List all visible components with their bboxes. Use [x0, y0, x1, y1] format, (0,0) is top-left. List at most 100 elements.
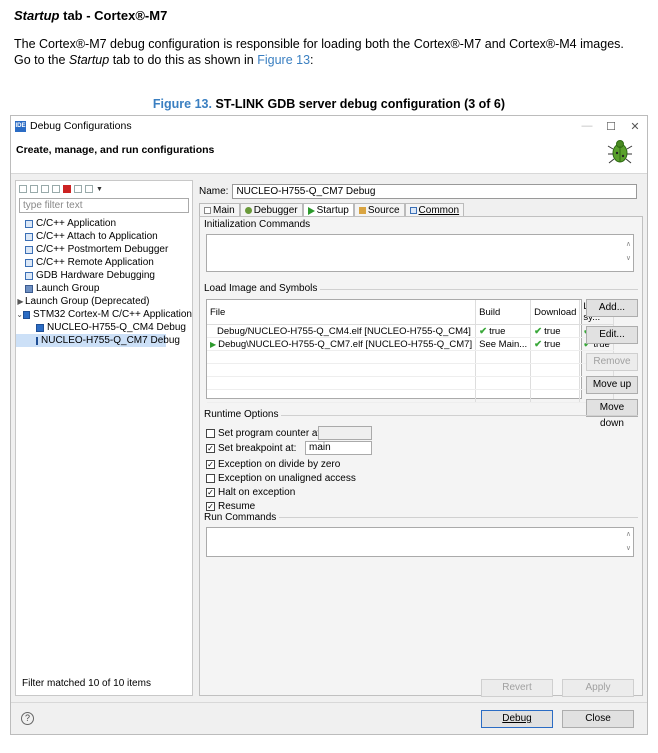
tab-label: Main: [213, 205, 235, 216]
tree-item-cm4-debug[interactable]: NUCLEO-H755-Q_CM4 Debug: [16, 321, 192, 334]
tree-item-label: NUCLEO-H755-Q_CM4 Debug: [47, 322, 186, 333]
tree-item-cm7-debug[interactable]: NUCLEO-H755-Q_CM7 Debug: [16, 334, 180, 347]
cpp-application-icon: [25, 219, 33, 228]
tree-item-launch-group[interactable]: Launch Group: [16, 282, 192, 295]
tab-main[interactable]: Main: [199, 203, 240, 217]
tree-item-cpp-remote[interactable]: C/C++ Remote Application: [16, 256, 192, 269]
table-row[interactable]: Debug/NUCLEO-H755-Q_CM4.elf [NUCLEO-H755…: [207, 324, 614, 338]
breakpoint-input[interactable]: main: [305, 441, 372, 455]
tree-item-gdb-hardware[interactable]: GDB Hardware Debugging: [16, 269, 192, 282]
column-header-download[interactable]: Download: [530, 300, 581, 325]
resume-checkbox[interactable]: ✓: [206, 501, 215, 511]
new-config-icon[interactable]: [19, 185, 27, 193]
expand-chevron-icon[interactable]: ▶: [16, 295, 25, 308]
cell-build: ✔ true: [475, 324, 532, 338]
exception-unaligned-checkbox[interactable]: [206, 473, 215, 483]
close-window-button[interactable]: ✕: [623, 120, 647, 133]
tree-item-label: NUCLEO-H755-Q_CM7 Debug: [41, 335, 180, 346]
collapse-chevron-icon[interactable]: ⌄: [16, 308, 23, 321]
view-menu-chevron-icon[interactable]: ▼: [96, 186, 103, 193]
startup-tab-icon: [307, 206, 315, 215]
configuration-tree: C/C++ Application C/C++ Attach to Applic…: [16, 214, 192, 347]
debugger-tab-icon: [244, 207, 252, 214]
close-button[interactable]: Close: [562, 710, 634, 728]
filter-icon[interactable]: [85, 185, 93, 193]
cell-value: true: [544, 338, 561, 350]
figure-link[interactable]: Figure 13: [257, 53, 310, 67]
tree-item-cpp-application[interactable]: C/C++ Application: [16, 217, 192, 230]
filter-input[interactable]: type filter text: [19, 198, 189, 213]
dialog-header: Create, manage, and run configurations: [11, 136, 647, 174]
add-button[interactable]: Add...: [586, 299, 638, 317]
tab-label: Startup: [316, 205, 349, 216]
load-image-label: Load Image and Symbols: [204, 283, 321, 294]
table-row: [207, 389, 614, 403]
tree-item-label: STM32 Cortex-M C/C++ Application: [33, 309, 192, 320]
tab-label: Common: [418, 205, 460, 216]
tree-item-label: C/C++ Remote Application: [36, 257, 154, 268]
tab-startup[interactable]: Startup: [302, 203, 354, 217]
column-header-file[interactable]: File: [207, 300, 477, 325]
minimize-button[interactable]: —: [575, 120, 599, 132]
delete-icon[interactable]: [63, 185, 71, 193]
init-commands-textarea[interactable]: ∧ ∨: [206, 234, 634, 272]
tree-item-label: Launch Group (Deprecated): [25, 296, 150, 307]
tree-item-cpp-attach[interactable]: C/C++ Attach to Application: [16, 230, 192, 243]
tab-source[interactable]: Source: [353, 203, 405, 217]
textarea-scroll-icon[interactable]: ∧ ∨: [626, 528, 631, 556]
apply-button[interactable]: Apply: [562, 679, 634, 697]
run-commands-label: Run Commands: [204, 512, 280, 523]
cell-build: See Main...: [475, 337, 532, 351]
pc-hex-input[interactable]: [318, 426, 372, 440]
set-breakpoint-option[interactable]: ✓ Set breakpoint at:: [206, 442, 296, 454]
duplicate-icon[interactable]: [52, 185, 60, 193]
tree-item-launch-group-deprecated[interactable]: ▶ Launch Group (Deprecated): [16, 295, 192, 308]
move-up-button[interactable]: Move up: [586, 376, 638, 394]
remove-button[interactable]: Remove: [586, 353, 638, 371]
check-icon: ✔: [479, 325, 488, 337]
tab-debugger[interactable]: Debugger: [239, 203, 303, 217]
table-row: [207, 376, 614, 390]
resume-option[interactable]: ✓ Resume: [206, 500, 255, 512]
halt-on-exception-option[interactable]: ✓ Halt on exception: [206, 486, 295, 498]
table-header-row: File Build Download Load sy...: [207, 300, 614, 325]
table-row: [207, 350, 614, 364]
tree-item-cpp-postmortem[interactable]: C/C++ Postmortem Debugger: [16, 243, 192, 256]
figure-title: ST-LINK GDB server debug configuration (…: [211, 97, 506, 111]
runtime-options-label: Runtime Options: [204, 409, 282, 420]
revert-button[interactable]: Revert: [481, 679, 553, 697]
heading-italic: Startup: [14, 8, 60, 23]
export-icon[interactable]: [41, 185, 49, 193]
tab-common[interactable]: Common: [404, 203, 465, 217]
exception-divide-option[interactable]: ✓ Exception on divide by zero: [206, 458, 340, 470]
textarea-scroll-icon[interactable]: ∧ ∨: [626, 238, 631, 266]
set-pc-checkbox[interactable]: [206, 428, 215, 438]
run-commands-textarea[interactable]: ∧ ∨: [206, 527, 634, 557]
tree-item-label: C/C++ Attach to Application: [36, 231, 158, 242]
name-input[interactable]: NUCLEO-H755-Q_CM7 Debug: [232, 184, 638, 199]
check-icon: ✔: [534, 338, 543, 350]
option-label: Resume: [218, 500, 256, 512]
exception-divide-checkbox[interactable]: ✓: [206, 459, 215, 469]
halt-on-exception-checkbox[interactable]: ✓: [206, 487, 215, 497]
exception-unaligned-option[interactable]: Exception on unaligned access: [206, 472, 356, 484]
name-label: Name:: [199, 186, 229, 197]
help-icon[interactable]: ?: [21, 712, 34, 725]
configuration-tree-pane: ▼ type filter text C/C++ Application C/C…: [15, 180, 193, 696]
maximize-button[interactable]: ☐: [599, 120, 623, 133]
stm32-config-icon: [36, 323, 44, 332]
window-title: Debug Configurations: [30, 120, 132, 132]
stm32-config-icon: [36, 336, 38, 345]
option-label: Set breakpoint at:: [218, 442, 297, 454]
tab-label: Source: [367, 205, 400, 216]
table-row[interactable]: ▶ Debug\NUCLEO-H755-Q_CM7.elf [NUCLEO-H75…: [207, 337, 614, 351]
tab-label: Debugger: [253, 205, 298, 216]
debug-button[interactable]: Debug: [481, 710, 553, 728]
set-breakpoint-checkbox[interactable]: ✓: [206, 443, 215, 453]
tree-item-stm32-cortex-m[interactable]: ⌄ STM32 Cortex-M C/C++ Application: [16, 308, 192, 321]
collapse-all-icon[interactable]: [74, 185, 82, 193]
new-prototype-icon[interactable]: [30, 185, 38, 193]
edit-button[interactable]: Edit...: [586, 326, 638, 344]
section-heading: Startup tab - Cortex®-M7: [14, 8, 167, 23]
column-header-build[interactable]: Build: [475, 300, 532, 325]
